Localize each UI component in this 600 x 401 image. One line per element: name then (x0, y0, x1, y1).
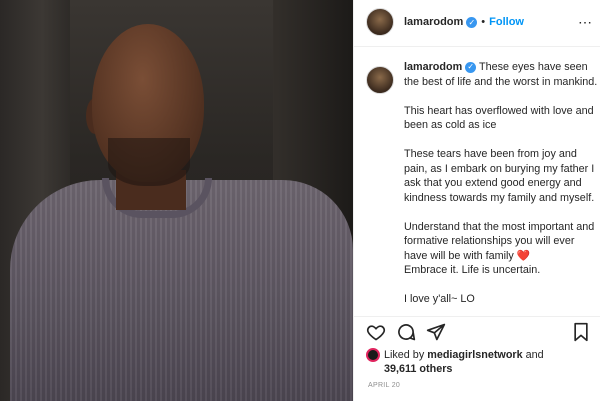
liked-by-user[interactable]: mediagirlsnetwork (427, 349, 522, 361)
post-actions-bar (366, 322, 591, 346)
caption-paragraph-5: I love y'all~ LO (404, 293, 475, 305)
more-options-icon[interactable]: ⋯ (578, 14, 592, 31)
post-date[interactable]: APRIL 20 (368, 382, 400, 389)
follow-button[interactable]: Follow (489, 16, 524, 28)
post-caption: lamarodom ✓ These eyes have seen the best… (366, 60, 598, 321)
header-divider (354, 46, 600, 47)
save-bookmark-icon[interactable] (571, 322, 591, 342)
post-side-panel: lamarodom ✓ • Follow ⋯ lamarodom ✓ These … (353, 0, 600, 401)
separator-dot: • (481, 16, 486, 28)
caption-avatar[interactable] (366, 66, 394, 94)
beard-shape (108, 138, 190, 186)
verified-badge-icon: ✓ (465, 61, 477, 73)
caption-paragraph-2: This heart has overflowed with love and … (404, 104, 594, 132)
caption-username[interactable]: lamarodom (404, 61, 462, 73)
comment-bubble-icon[interactable] (396, 322, 416, 342)
likes-count[interactable]: 39,611 others (384, 362, 591, 376)
avatar[interactable] (366, 8, 394, 36)
post-header: lamarodom ✓ • Follow ⋯ (366, 8, 592, 36)
post-photo[interactable] (0, 0, 353, 401)
caption-text-4: Understand that the most important and f… (404, 220, 595, 262)
caption-text: lamarodom ✓ These eyes have seen the best… (404, 60, 598, 307)
verified-badge-icon: ✓ (466, 16, 478, 28)
caption-paragraph-4: Understand that the most important and f… (404, 220, 598, 278)
caption-text-4b: Embrace it. Life is uncertain. (404, 264, 541, 276)
heart-emoji-icon: ❤️ (516, 249, 531, 262)
likes-summary: Liked by mediagirlsnetwork and 39,611 ot… (366, 348, 591, 376)
header-username[interactable]: lamarodom (404, 16, 463, 28)
share-paper-plane-icon[interactable] (426, 322, 446, 342)
liked-by-prefix: Liked by (384, 349, 425, 361)
instagram-post: lamarodom ✓ • Follow ⋯ lamarodom ✓ These … (0, 0, 600, 401)
caption-paragraph-1: lamarodom ✓ These eyes have seen the best… (404, 60, 598, 89)
liker-avatar[interactable] (366, 348, 380, 363)
caption-paragraph-3: These tears have been from joy and pain,… (404, 148, 595, 204)
like-heart-icon[interactable] (366, 322, 386, 342)
liked-by-and: and (525, 349, 544, 361)
actions-divider (354, 316, 600, 317)
